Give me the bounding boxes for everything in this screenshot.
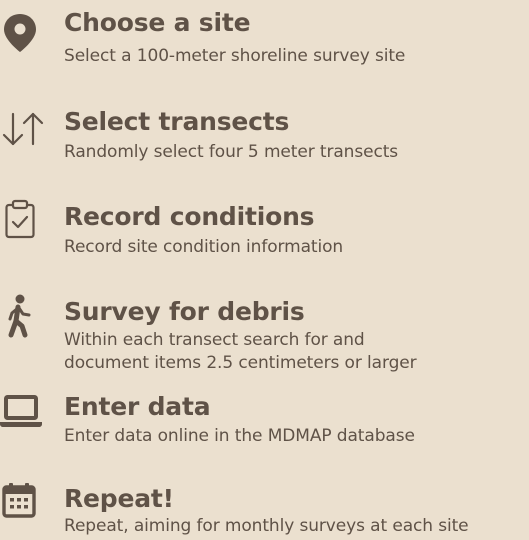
step-enter-data: Enter data Enter data online in the MDMA… <box>0 388 529 458</box>
laptop-icon <box>0 392 44 436</box>
step-title: Select transects <box>64 107 290 136</box>
step-description: Randomly select four 5 meter transects <box>64 142 399 162</box>
step-survey-debris: Survey for debris Within each transect s… <box>0 293 529 383</box>
step-title: Repeat! <box>64 484 174 513</box>
up-down-arrows-icon <box>0 111 44 155</box>
step-title: Survey for debris <box>64 297 305 326</box>
walking-person-icon <box>0 293 44 338</box>
step-description: Select a 100-meter shoreline survey site <box>64 46 406 66</box>
step-description: Within each transect search for and <box>64 330 365 350</box>
step-description: document items 2.5 centimeters or larger <box>64 353 417 373</box>
calendar-icon <box>0 480 44 524</box>
step-choose-site: Choose a site Select a 100-meter shoreli… <box>0 0 529 80</box>
step-title: Record conditions <box>64 202 315 231</box>
step-repeat: Repeat! Repeat, aiming for monthly surve… <box>0 480 529 540</box>
step-record-conditions: Record conditions Record site condition … <box>0 198 529 268</box>
step-title: Choose a site <box>64 8 251 37</box>
step-description: Enter data online in the MDMAP database <box>64 426 415 446</box>
step-select-transects: Select transects Randomly select four 5 … <box>0 103 529 173</box>
step-title: Enter data <box>64 392 211 421</box>
step-description: Repeat, aiming for monthly surveys at ea… <box>64 516 469 536</box>
clipboard-check-icon <box>0 198 44 242</box>
map-pin-icon <box>0 12 44 56</box>
step-description: Record site condition information <box>64 237 344 257</box>
